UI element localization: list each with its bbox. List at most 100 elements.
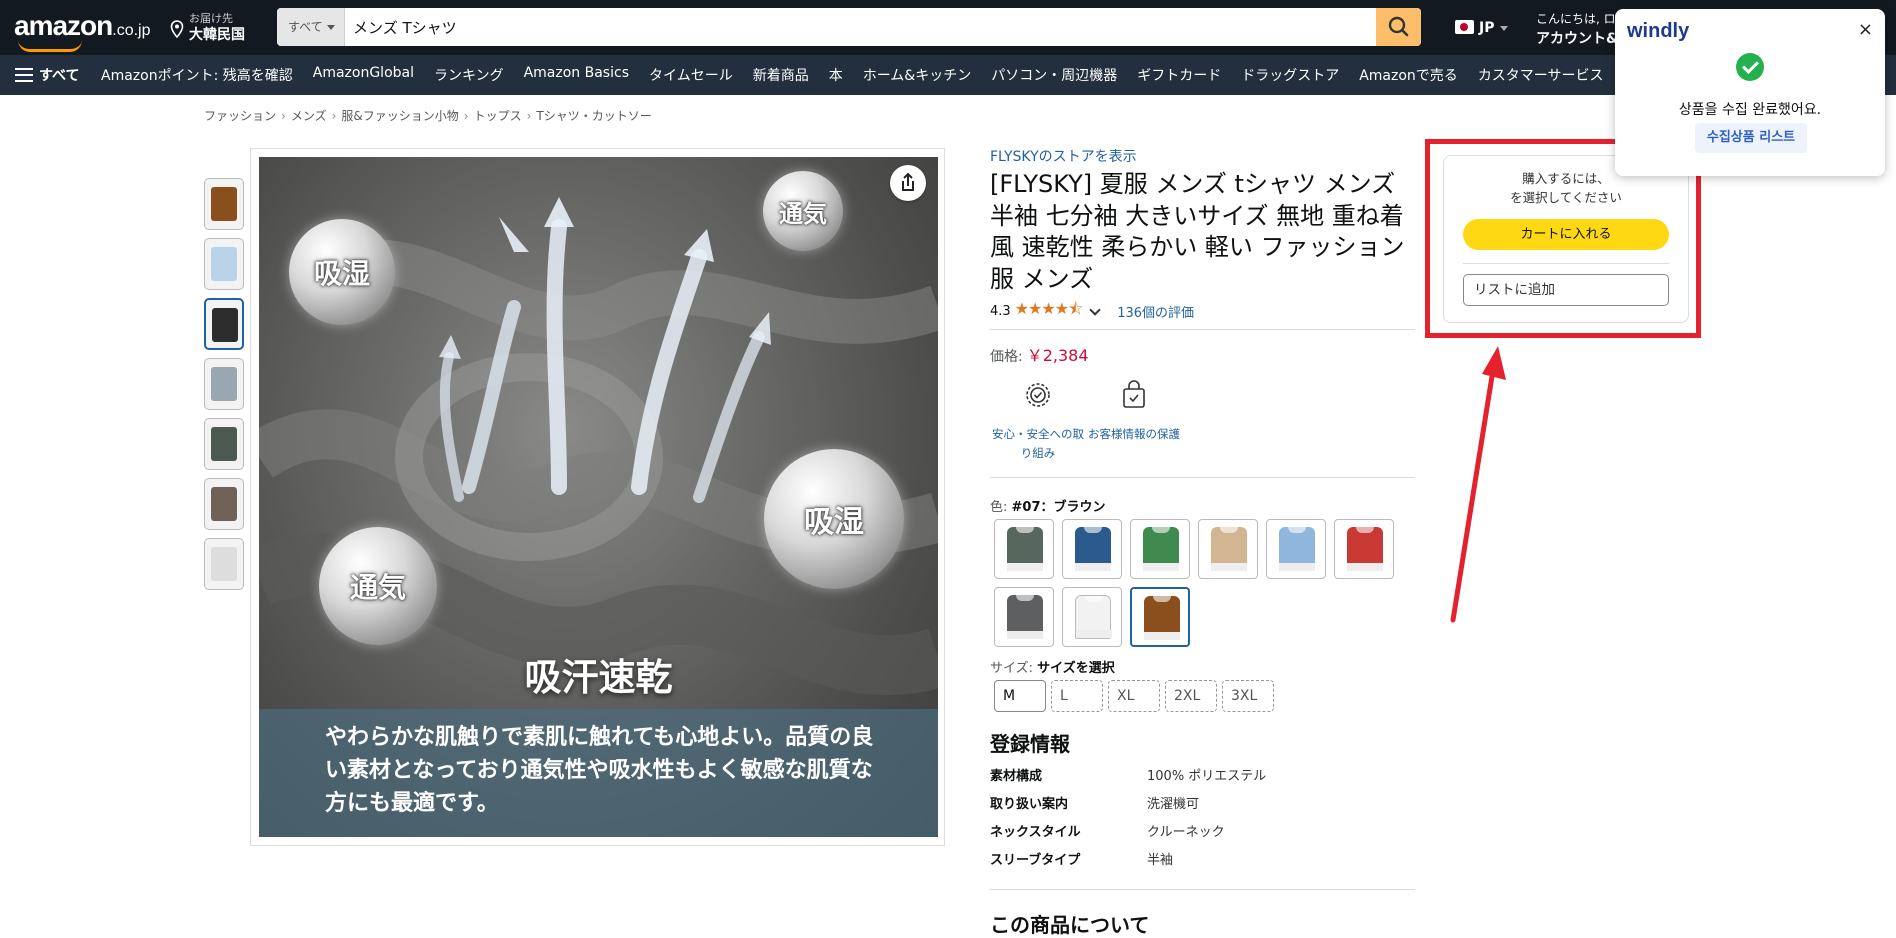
- image-headline: 吸汗速乾: [524, 656, 673, 699]
- color-swatch[interactable]: [1062, 519, 1122, 579]
- share-button[interactable]: [890, 165, 926, 201]
- bubble-moisture: 吸湿: [289, 219, 395, 325]
- account-menu[interactable]: こんにちは, ロ アカウント&: [1536, 10, 1618, 48]
- close-icon[interactable]: ×: [1858, 19, 1873, 40]
- tshirt-image: [1143, 527, 1179, 571]
- store-link[interactable]: FLYSKYのストアを表示: [990, 146, 1415, 166]
- size-option[interactable]: M: [994, 680, 1046, 712]
- price-label: 価格:: [990, 349, 1023, 365]
- color-swatches: [994, 519, 1414, 655]
- star-rating-icon[interactable]: ★★★★⯪: [1015, 298, 1084, 325]
- language-label: JP: [1479, 20, 1495, 36]
- nav-link[interactable]: ランキング: [434, 65, 504, 85]
- tshirt-image: [1211, 527, 1247, 571]
- thumbnail[interactable]: [204, 538, 244, 590]
- all-menu-button[interactable]: すべて: [15, 65, 79, 85]
- thumbnail-image: [211, 427, 237, 461]
- size-option[interactable]: XL: [1108, 680, 1160, 712]
- thumbnail[interactable]: [204, 238, 244, 290]
- nav-link[interactable]: パソコン・周辺機器: [991, 65, 1117, 85]
- color-swatch[interactable]: [1198, 519, 1258, 579]
- thumbnail-image: [211, 367, 237, 401]
- japan-flag-icon: [1455, 20, 1474, 34]
- thumbnail[interactable]: [204, 418, 244, 470]
- main-nav: すべて Amazonポイント: 残高を確認 AmazonGlobal ランキング…: [0, 55, 1896, 95]
- thumbnail-image: [211, 547, 237, 581]
- thumbnail[interactable]: [204, 478, 244, 530]
- nav-link[interactable]: 新着商品: [753, 65, 809, 85]
- color-swatch[interactable]: [994, 519, 1054, 579]
- breadcrumb-link[interactable]: トップス: [459, 109, 522, 123]
- amazon-logo[interactable]: amazon.co.jp: [14, 10, 151, 52]
- logo-suffix: .co.jp: [112, 22, 151, 39]
- main-product-image[interactable]: 吸湿 通気 通気 吸湿 吸汗速乾 やわらかな肌触りで素肌に触れても心地よい。品質…: [250, 148, 945, 846]
- tshirt-image: [1007, 527, 1043, 571]
- thumbnail-image: [212, 308, 238, 342]
- nav-links: Amazonポイント: 残高を確認 AmazonGlobal ランキング Ama…: [101, 65, 1624, 85]
- nav-link[interactable]: タイムセール: [649, 65, 733, 85]
- windly-logo: windly: [1627, 20, 1690, 42]
- image-caption-band: やわらかな肌触りで素肌に触れても心地よい。品質の良い素材となっており通気性や吸水…: [259, 709, 938, 837]
- nav-link[interactable]: Amazonで売る: [1359, 65, 1458, 85]
- nav-link[interactable]: ホーム&キッチン: [863, 65, 972, 85]
- search-icon: [1388, 16, 1409, 37]
- spec-value: クルーネック: [1147, 825, 1225, 840]
- color-swatch[interactable]: [1266, 519, 1326, 579]
- search-button[interactable]: [1376, 8, 1421, 46]
- color-swatch[interactable]: [1334, 519, 1394, 579]
- nav-link[interactable]: カスタマーサービス: [1478, 65, 1604, 85]
- size-option[interactable]: L: [1051, 680, 1103, 712]
- badge-safety[interactable]: 安心・安全への取り組み: [990, 380, 1086, 463]
- tshirt-image: [1007, 595, 1043, 639]
- shield-check-icon: [1026, 383, 1050, 407]
- bubble-moisture: 吸湿: [764, 449, 904, 589]
- nav-link[interactable]: ギフトカード: [1137, 65, 1221, 85]
- color-label: 色: #07：ブラウン: [990, 496, 1415, 515]
- color-swatch[interactable]: [1130, 519, 1190, 579]
- size-option[interactable]: 3XL: [1222, 680, 1274, 712]
- location-pin-icon: [170, 20, 184, 38]
- logo-text: amazon: [14, 10, 113, 41]
- red-arrow-icon: [1450, 346, 1506, 623]
- thumbnail-selected[interactable]: [204, 298, 244, 350]
- search-bar: すべて: [277, 8, 1421, 46]
- breadcrumb-link[interactable]: Tシャツ・カットソー: [522, 109, 652, 123]
- nav-link[interactable]: ドラッグストア: [1241, 65, 1339, 85]
- divider: [990, 477, 1415, 478]
- color-swatch[interactable]: [1062, 587, 1122, 647]
- badge-privacy[interactable]: お客様情報の保護: [1086, 380, 1182, 463]
- reviews-link[interactable]: 136個の評価: [1117, 302, 1194, 321]
- top-header: amazon.co.jp お届け先 大韓民国 すべて JP こんにちは, ロ ア…: [0, 0, 1896, 55]
- lock-bag-icon: [1123, 380, 1145, 408]
- color-swatch[interactable]: [994, 587, 1054, 647]
- bubble-breathable: 通気: [763, 171, 843, 251]
- breadcrumb-link[interactable]: メンズ: [276, 109, 327, 123]
- badge-label: お客様情報の保護: [1088, 427, 1180, 441]
- collected-list-button[interactable]: 수집상품 리스트: [1695, 123, 1807, 153]
- fabric-photo: 吸湿 通気 通気 吸湿 吸汗速乾 やわらかな肌触りで素肌に触れても心地よい。品質…: [259, 157, 938, 837]
- search-input[interactable]: [353, 8, 1353, 46]
- breadcrumb-link[interactable]: 服&ファッション小物: [327, 109, 459, 123]
- thumbnail-image: [211, 187, 237, 221]
- chevron-down-icon[interactable]: [1089, 304, 1101, 316]
- breadcrumb-link[interactable]: ファッション: [204, 109, 276, 123]
- tshirt-image: [1279, 527, 1315, 571]
- nav-link[interactable]: AmazonGlobal: [313, 65, 414, 85]
- search-category-dropdown[interactable]: すべて: [277, 8, 345, 46]
- thumbnail[interactable]: [204, 358, 244, 410]
- nav-link[interactable]: Amazon Basics: [524, 65, 629, 85]
- about-heading: この商品について: [990, 913, 1150, 937]
- divider: [990, 329, 1415, 330]
- language-selector[interactable]: JP: [1455, 20, 1509, 36]
- product-title: [FLYSKY] 夏服 メンズ tシャツ メンズ 半袖 七分袖 大きいサイズ 無…: [990, 170, 1405, 293]
- size-option[interactable]: 2XL: [1165, 680, 1217, 712]
- popup-message: 상품을 수집 완료했어요.: [1678, 102, 1822, 118]
- account-label: アカウント&: [1536, 31, 1619, 47]
- image-caption: やわらかな肌触りで素肌に触れても心地よい。品質の良い素材となっており通気性や吸水…: [325, 725, 874, 816]
- nav-link[interactable]: 本: [829, 65, 843, 85]
- thumbnail[interactable]: [204, 178, 244, 230]
- registration-heading: 登録情報: [990, 732, 1070, 756]
- nav-link[interactable]: Amazonポイント: 残高を確認: [101, 65, 293, 85]
- spec-value: 洗濯機可: [1147, 797, 1200, 812]
- color-swatch-selected[interactable]: [1130, 587, 1190, 647]
